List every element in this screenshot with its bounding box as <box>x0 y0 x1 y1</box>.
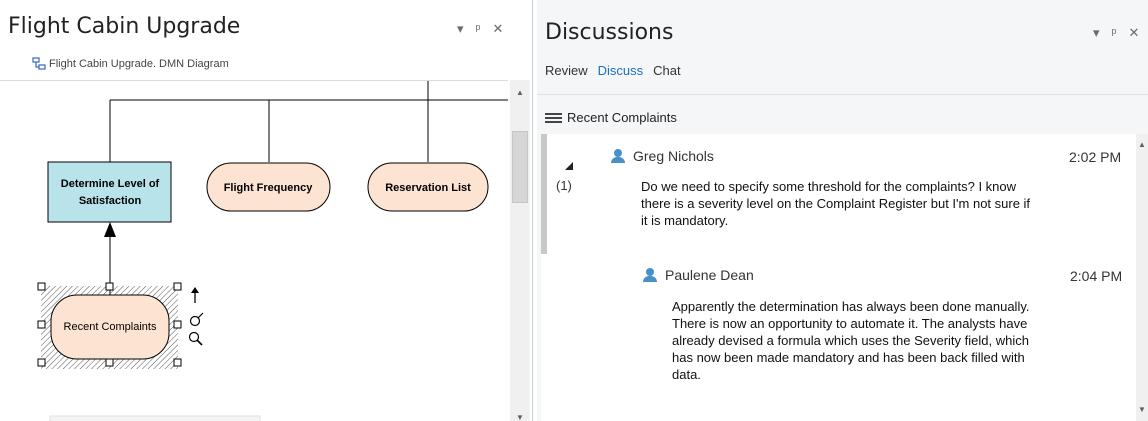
message-line: it is mandatory. <box>641 213 729 228</box>
input-node-flight-frequency[interactable]: Flight Frequency <box>206 162 331 212</box>
collapse-icon[interactable] <box>565 162 573 170</box>
decision-label-line2: Satisfaction <box>79 195 142 207</box>
timestamp: 2:04 PM <box>1070 268 1123 284</box>
author-name: Greg Nichols <box>633 148 714 164</box>
overview-strip <box>49 415 261 421</box>
scroll-down-icon[interactable]: ▼ <box>513 411 527 421</box>
reply-count: (1) <box>556 178 572 193</box>
window-controls: ▾ ᵖ ✕ <box>1093 25 1139 41</box>
reservation-list-label: Reservation List <box>385 182 471 194</box>
close-icon[interactable]: ✕ <box>1128 25 1139 41</box>
recent-complaints-label: Recent Complaints <box>64 321 157 333</box>
message-line: There is now an opportunity to automate … <box>672 316 1028 331</box>
tab-chat[interactable]: Chat <box>653 63 680 78</box>
scroll-up-icon[interactable]: ▲ <box>513 86 527 98</box>
dropdown-icon[interactable]: ▾ <box>1093 25 1100 41</box>
pin-icon[interactable]: ᵖ <box>476 21 481 37</box>
tab-review[interactable]: Review <box>545 63 588 78</box>
user-icon <box>611 149 625 163</box>
dmn-diagram: Determine Level of Satisfaction Flight F… <box>37 81 508 421</box>
thread-scrollbar[interactable]: ▲ ▼ <box>1136 134 1148 421</box>
section-title: Recent Complaints <box>567 110 677 125</box>
scroll-thumb[interactable] <box>512 131 528 203</box>
thread-bar <box>541 134 547 254</box>
window-controls: ▾ ᵖ ✕ <box>457 21 503 37</box>
timestamp: 2:02 PM <box>1069 149 1122 165</box>
author-name: Paulene Dean <box>665 267 754 283</box>
divider <box>537 94 1148 95</box>
diagram-scrollbar[interactable]: ▲ ▼ <box>510 80 530 421</box>
input-node-recent-complaints[interactable]: Recent Complaints <box>37 282 182 369</box>
menu-icon[interactable] <box>545 112 562 123</box>
wrench-icon <box>189 312 204 327</box>
diagram-breadcrumb[interactable]: Flight Cabin Upgrade. DMN Diagram <box>32 57 229 70</box>
tab-discuss[interactable]: Discuss <box>598 63 644 78</box>
dropdown-icon[interactable]: ▾ <box>457 21 464 37</box>
decision-label-line1: Determine Level of <box>61 178 160 190</box>
user-icon <box>643 268 657 282</box>
message-line: Apparently the determination has always … <box>672 299 1030 314</box>
panel-title: Flight Cabin Upgrade <box>8 14 241 39</box>
flight-frequency-label: Flight Frequency <box>224 182 314 194</box>
quick-link-icons[interactable] <box>188 287 204 346</box>
message-line: already devised a formula which uses the… <box>672 333 1029 348</box>
up-arrow-icon <box>191 287 199 303</box>
pin-icon[interactable]: ᵖ <box>1112 25 1117 41</box>
diagram-label: Flight Cabin Upgrade. DMN Diagram <box>49 57 229 70</box>
message-line: Do we need to specify some threshold for… <box>641 179 1017 194</box>
message-line: has now been made mandatory and has been… <box>672 350 1025 365</box>
input-node-reservation-list[interactable]: Reservation List <box>367 162 489 212</box>
panel-title: Discussions <box>545 20 674 45</box>
scroll-up-icon[interactable]: ▲ <box>1135 138 1148 150</box>
message-body: Apparently the determination has always … <box>672 298 1029 383</box>
close-icon[interactable]: ✕ <box>492 21 503 37</box>
message-body: Do we need to specify some threshold for… <box>641 178 1030 229</box>
tab-bar: Review Discuss Chat <box>545 63 681 78</box>
diagram-panel: Flight Cabin Upgrade ▾ ᵖ ✕ Flight Cabin … <box>0 0 533 421</box>
discussions-panel: Discussions ▾ ᵖ ✕ Review Discuss Chat Re… <box>537 0 1148 421</box>
scroll-down-icon[interactable]: ▼ <box>1135 403 1148 415</box>
diagram-icon <box>32 57 46 70</box>
message-header: Paulene Dean <box>643 267 754 283</box>
decision-node[interactable]: Determine Level of Satisfaction <box>47 161 172 223</box>
message-header: Greg Nichols <box>611 148 714 164</box>
magnifier-icon <box>188 331 203 346</box>
section-header[interactable]: Recent Complaints <box>545 110 677 125</box>
message-line: there is a severity level on the Complai… <box>641 196 1031 211</box>
discussion-thread: (1) Greg Nichols 2:02 PM Do we need to s… <box>541 134 1136 421</box>
message-line: data. <box>672 367 701 382</box>
diagram-canvas[interactable]: Determine Level of Satisfaction Flight F… <box>0 80 508 421</box>
